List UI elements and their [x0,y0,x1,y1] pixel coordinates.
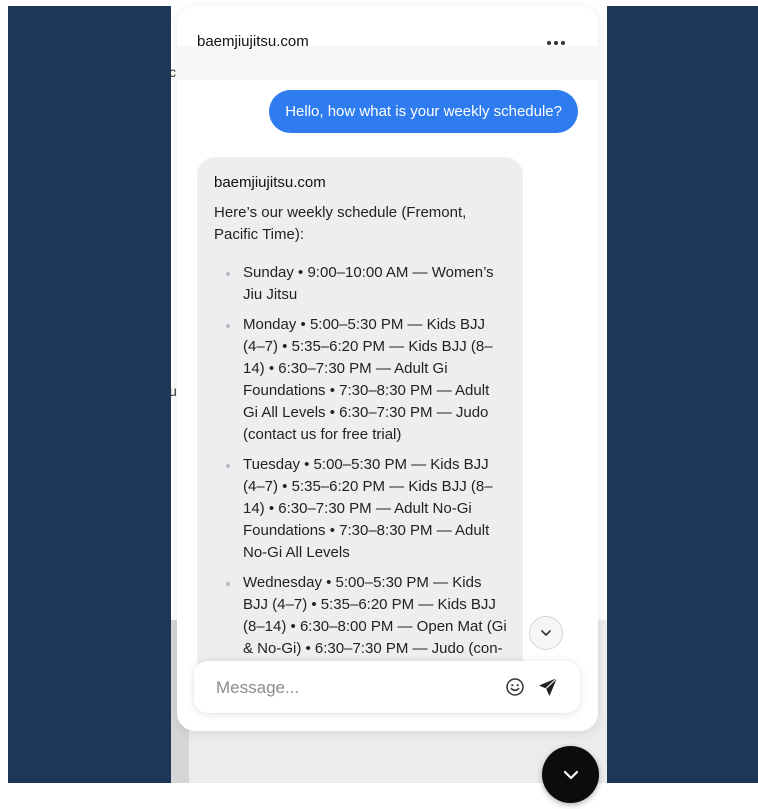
send-icon [539,677,558,696]
page-background-left [8,6,171,783]
bot-sender-name: baemjiujitsu.com [214,174,326,191]
page-background-right [607,6,758,783]
chat-header: baemjiujitsu.com [177,6,598,80]
schedule-item-wednesday: Wednesday • 5:00–5:30 PM — Kids BJJ (4–7… [214,572,508,660]
send-button[interactable] [537,676,559,698]
chat-title: baemjiujitsu.com [197,33,309,50]
host-page-text: u [169,383,177,399]
user-message: Hello, how what is your weekly schedule? [269,90,578,133]
chevron-down-icon [563,770,578,779]
bot-intro-text: Here’s our weekly schedule (Fremont, Pac… [214,204,467,243]
more-horizontal-icon-dot [561,41,565,45]
schedule-item-sunday: Sunday • 9:00–10:00 AM — Women’s Jiu Jit… [214,262,508,306]
message-input[interactable] [214,675,488,701]
more-horizontal-icon-dot [554,41,558,45]
chevron-down-icon [541,630,551,636]
more-options-button[interactable] [543,36,569,50]
bot-message: baemjiujitsu.com Here’s our weekly sched… [197,157,523,677]
schedule-item-monday: Monday • 5:00–5:30 PM — Kids BJJ (4–7) •… [214,314,508,446]
message-composer [194,661,580,713]
scroll-to-bottom-button[interactable] [529,616,563,650]
emoji-button[interactable] [505,677,525,697]
chat-widget: baemjiujitsu.com Hello, how what is your… [177,6,598,731]
schedule-list: Sunday • 9:00–10:00 AM — Women’s Jiu Jit… [214,262,514,668]
schedule-item-tuesday: Tuesday • 5:00–5:30 PM — Kids BJJ (4–7) … [214,454,508,564]
smile-icon [506,678,524,696]
host-page-text: c [169,64,176,80]
more-horizontal-icon [547,41,551,45]
toggle-chat-button[interactable] [542,746,599,803]
